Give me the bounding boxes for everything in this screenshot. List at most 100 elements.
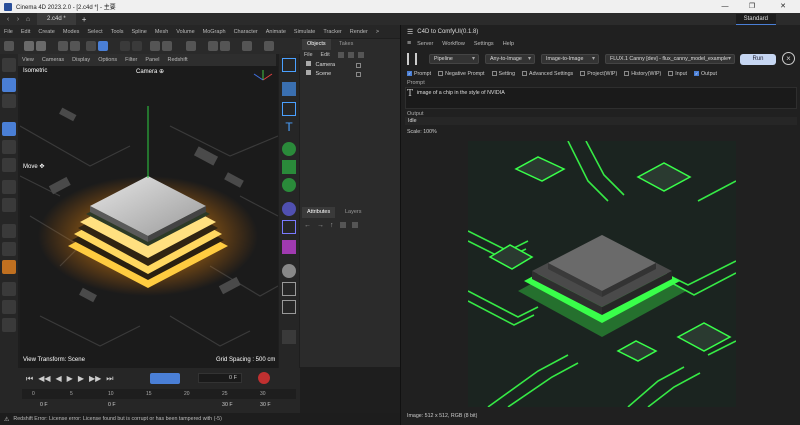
close-button[interactable]: ✕: [772, 0, 794, 13]
volume-icon[interactable]: [282, 240, 296, 254]
checkbox-icon[interactable]: [522, 71, 528, 76]
edges-mode-icon[interactable]: [58, 41, 68, 51]
minimize-button[interactable]: —: [714, 0, 736, 13]
goto-start-icon[interactable]: ⏮: [26, 374, 33, 384]
sketch-icon[interactable]: [2, 318, 16, 332]
viewport-menu-view[interactable]: View: [18, 57, 38, 63]
select-icon[interactable]: [2, 94, 16, 108]
objects-menu-file[interactable]: File: [300, 52, 317, 58]
material-manager-icon[interactable]: [264, 41, 274, 51]
model-mode-icon[interactable]: [24, 41, 34, 51]
arrow-right-icon[interactable]: →: [317, 222, 324, 229]
viewport-camera-label[interactable]: Camera ⊕: [136, 68, 164, 75]
toggle-output[interactable]: ✓ Output: [694, 71, 717, 77]
scripts-icon[interactable]: [282, 330, 296, 344]
deformer-icon[interactable]: [282, 202, 296, 216]
forward-icon[interactable]: ›: [13, 16, 23, 23]
undo-icon[interactable]: [4, 41, 14, 51]
null-object-icon[interactable]: [282, 58, 296, 72]
toggle-negative-prompt[interactable]: Negative Prompt: [438, 71, 485, 77]
objects-search-icon[interactable]: [347, 52, 354, 58]
object-row-scene[interactable]: Scene: [300, 70, 400, 79]
camera-icon[interactable]: [282, 282, 296, 296]
comfy-menu-settings[interactable]: Settings: [474, 41, 494, 47]
prev-frame-icon[interactable]: ◀: [56, 374, 62, 384]
close-panel-icon[interactable]: ×: [782, 52, 795, 65]
record-icon[interactable]: [258, 372, 270, 384]
document-tab[interactable]: 2.c4d *: [37, 13, 76, 25]
live-selection-icon[interactable]: [2, 78, 16, 92]
knife-icon[interactable]: [2, 224, 16, 238]
range-end-field[interactable]: 30 F: [260, 402, 271, 408]
render-picture-icon[interactable]: [162, 41, 172, 51]
tab-objects[interactable]: Objects: [302, 39, 331, 50]
menu-mograph[interactable]: MoGraph: [199, 29, 230, 35]
menu-tools[interactable]: Tools: [107, 29, 128, 35]
layout-selector[interactable]: Standard: [735, 14, 776, 25]
tab-takes[interactable]: Takes: [334, 39, 358, 50]
checkbox-icon[interactable]: [491, 71, 497, 76]
menu-spline[interactable]: Spline: [128, 29, 151, 35]
brush-icon[interactable]: [2, 242, 16, 256]
field-icon[interactable]: [282, 220, 296, 234]
tab-attributes[interactable]: Attributes: [302, 207, 336, 218]
points-mode-icon[interactable]: [36, 41, 46, 51]
menu-tracker[interactable]: Tracker: [319, 29, 345, 35]
menu-character[interactable]: Character: [230, 29, 262, 35]
scale-icon[interactable]: [2, 158, 16, 172]
viewport-menu-redshift[interactable]: Redshift: [163, 57, 191, 63]
toggle-input[interactable]: Input: [668, 71, 687, 77]
axis-y-icon[interactable]: [132, 41, 142, 51]
viewport-projection-label[interactable]: Isometric: [23, 68, 47, 74]
light-icon[interactable]: [282, 300, 296, 314]
attributes-search-icon[interactable]: [339, 222, 346, 228]
arrow-up-icon[interactable]: ↑: [330, 222, 334, 229]
back-icon[interactable]: ‹: [3, 16, 13, 23]
text-tool-icon[interactable]: T: [282, 120, 296, 134]
cube-icon[interactable]: [282, 82, 296, 96]
range-min-field[interactable]: 0 F: [108, 402, 116, 408]
menu-render[interactable]: Render: [346, 29, 372, 35]
checkbox-checked-icon[interactable]: ✓: [407, 71, 412, 76]
menu-simulate[interactable]: Simulate: [290, 29, 319, 35]
menu-select[interactable]: Select: [83, 29, 106, 35]
toggle-history[interactable]: History(WIP): [624, 71, 661, 77]
ipr-icon[interactable]: [220, 41, 230, 51]
polygons-mode-icon[interactable]: [70, 41, 80, 51]
sidebar-toggle-icon[interactable]: [407, 53, 417, 65]
play-icon[interactable]: ▶: [67, 374, 73, 384]
model-select[interactable]: FLUX.1 Canny [dev] - flux_canny_model_ex…: [605, 54, 735, 64]
snap-icon[interactable]: [86, 41, 96, 51]
menu-volume[interactable]: Volume: [172, 29, 198, 35]
toggle-advanced-settings[interactable]: Advanced Settings: [522, 71, 573, 77]
rotate-icon[interactable]: [2, 140, 16, 154]
toggle-project[interactable]: Project(WIP): [580, 71, 617, 77]
checkbox-checked-icon[interactable]: ✓: [694, 71, 700, 76]
attributes-lock-icon[interactable]: [351, 222, 358, 228]
menu-file[interactable]: File: [0, 29, 17, 35]
checkbox-icon[interactable]: [624, 71, 630, 76]
prev-key-icon[interactable]: ◀◀: [38, 374, 50, 384]
menu-mesh[interactable]: Mesh: [151, 29, 172, 35]
autokey-icon[interactable]: [150, 373, 180, 384]
pipeline-select[interactable]: Pipeline: [429, 54, 479, 64]
output-image[interactable]: [468, 141, 736, 407]
menu-modes[interactable]: Modes: [59, 29, 84, 35]
comfy-menu-help[interactable]: Help: [503, 41, 514, 47]
magnet-icon[interactable]: [2, 282, 16, 296]
sky-icon[interactable]: [282, 264, 296, 278]
subdivision-icon[interactable]: [282, 160, 296, 174]
objects-menu-edit[interactable]: Edit: [317, 52, 334, 58]
home-icon[interactable]: ⌂: [23, 16, 33, 23]
comfy-menu-workflow[interactable]: Workflow: [442, 41, 465, 47]
objects-filter-icon[interactable]: [357, 52, 364, 58]
maximize-button[interactable]: ❐: [741, 0, 763, 13]
menu-more[interactable]: >: [372, 29, 383, 35]
viewport-menu-options[interactable]: Options: [94, 57, 121, 63]
viewport-menu-panel[interactable]: Panel: [141, 57, 163, 63]
visibility-icon[interactable]: [356, 72, 361, 77]
cloner-icon[interactable]: [282, 142, 296, 156]
checkbox-icon[interactable]: [438, 71, 444, 76]
toggle-prompt[interactable]: ✓ Prompt: [407, 71, 431, 77]
menu-animate[interactable]: Animate: [262, 29, 290, 35]
